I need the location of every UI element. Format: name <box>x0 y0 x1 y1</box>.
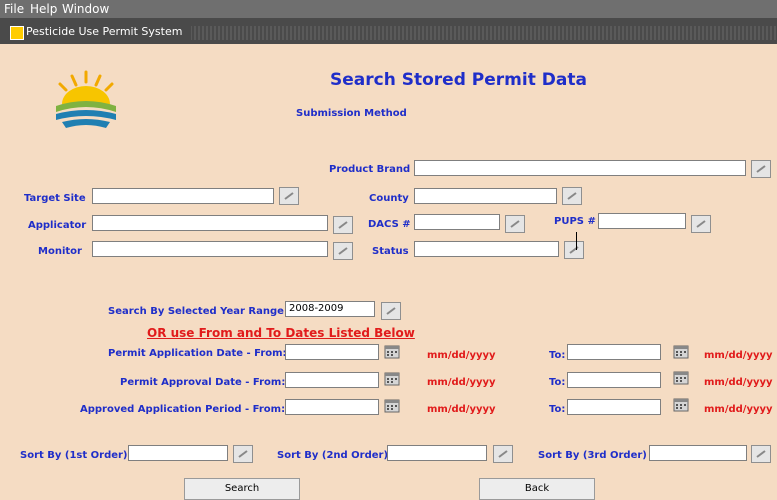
permit-app-from-input[interactable] <box>285 344 379 360</box>
pups-lov-button[interactable] <box>691 215 711 233</box>
calendar-icon[interactable] <box>672 396 690 414</box>
calendar-icon[interactable] <box>383 343 401 361</box>
calendar-icon[interactable] <box>672 369 690 387</box>
lov-arrow-icon <box>510 220 520 228</box>
permit-approval-from-label: Permit Approval Date - From: <box>120 377 286 388</box>
sort1-lov-button[interactable] <box>233 445 253 463</box>
pups-input[interactable] <box>598 213 686 229</box>
calendar-icon[interactable] <box>383 370 401 388</box>
date-format-hint: mm/dd/yyyy <box>704 350 773 361</box>
lov-arrow-icon <box>338 221 348 229</box>
county-input[interactable] <box>414 188 557 204</box>
date-format-hint: mm/dd/yyyy <box>427 350 496 361</box>
sort1-label: Sort By (1st Order) <box>20 450 128 461</box>
county-label: County <box>369 193 409 204</box>
monitor-input[interactable] <box>92 241 328 257</box>
lov-arrow-icon <box>756 450 766 458</box>
window-title: Pesticide Use Permit System <box>26 25 183 38</box>
page-title: Search Stored Permit Data <box>330 70 587 90</box>
status-input[interactable] <box>414 241 559 257</box>
back-button[interactable]: Back <box>479 478 595 500</box>
approved-period-to-label: To: <box>549 404 566 415</box>
year-range-lov-button[interactable] <box>381 302 401 320</box>
date-format-hint: mm/dd/yyyy <box>704 404 773 415</box>
submission-method-label: Submission Method <box>296 108 407 119</box>
or-use-dates-label: OR use From and To Dates Listed Below <box>147 326 415 340</box>
permit-app-to-input[interactable] <box>567 344 661 360</box>
sort2-lov-button[interactable] <box>493 445 513 463</box>
menu-bar: File Help Window <box>0 0 777 18</box>
window-title-bar: Pesticide Use Permit System <box>0 18 777 44</box>
applicator-label: Applicator <box>28 220 87 231</box>
lov-arrow-icon <box>567 192 577 200</box>
sort3-input[interactable] <box>649 445 747 461</box>
year-range-select[interactable]: 2008-2009 <box>285 301 375 317</box>
sun-logo-icon <box>56 70 116 128</box>
product-brand-label: Product Brand <box>329 164 411 175</box>
year-range-label: Search By Selected Year Range <box>108 306 284 317</box>
target-site-lov-button[interactable] <box>279 187 299 205</box>
applicator-input[interactable] <box>92 215 328 231</box>
lov-arrow-icon <box>338 247 348 255</box>
lov-arrow-icon <box>696 220 706 228</box>
lov-arrow-icon <box>238 450 248 458</box>
county-lov-button[interactable] <box>562 187 582 205</box>
status-lov-button[interactable] <box>564 241 584 259</box>
product-brand-input[interactable] <box>414 160 746 176</box>
permit-approval-from-input[interactable] <box>285 372 379 388</box>
permit-app-from-label: Permit Application Date - From: <box>108 348 287 359</box>
menu-window[interactable]: Window <box>62 2 109 16</box>
monitor-lov-button[interactable] <box>333 242 353 260</box>
lov-arrow-icon <box>569 246 579 254</box>
target-site-label: Target Site <box>24 193 86 204</box>
lov-arrow-icon <box>386 307 396 315</box>
applicator-lov-button[interactable] <box>333 216 353 234</box>
dacs-input[interactable] <box>414 214 500 230</box>
approved-period-from-input[interactable] <box>285 399 379 415</box>
date-format-hint: mm/dd/yyyy <box>427 404 496 415</box>
product-brand-lov-button[interactable] <box>751 160 771 178</box>
sort3-label: Sort By (3rd Order) <box>538 450 647 461</box>
dacs-lov-button[interactable] <box>505 215 525 233</box>
sort3-lov-button[interactable] <box>751 445 771 463</box>
form-panel: Search Stored Permit Data Submission Met… <box>10 44 777 500</box>
lov-arrow-icon <box>284 192 294 200</box>
target-site-input[interactable] <box>92 188 274 204</box>
permit-approval-to-label: To: <box>549 377 566 388</box>
date-format-hint: mm/dd/yyyy <box>427 377 496 388</box>
sort2-label: Sort By (2nd Order) <box>277 450 389 461</box>
approved-period-to-input[interactable] <box>567 399 661 415</box>
calendar-icon[interactable] <box>672 343 690 361</box>
text-cursor <box>576 232 577 250</box>
date-format-hint: mm/dd/yyyy <box>704 377 773 388</box>
dacs-label: DACS # <box>368 219 411 230</box>
pups-label: PUPS # <box>554 216 596 227</box>
sort1-input[interactable] <box>128 445 228 461</box>
lov-arrow-icon <box>756 165 766 173</box>
approved-period-from-label: Approved Application Period - From: <box>80 404 286 415</box>
monitor-label: Monitor <box>38 246 82 257</box>
permit-app-to-label: To: <box>549 350 566 361</box>
calendar-icon[interactable] <box>383 397 401 415</box>
lov-arrow-icon <box>498 450 508 458</box>
menu-file[interactable]: File <box>4 2 24 16</box>
status-label: Status <box>372 246 409 257</box>
permit-approval-to-input[interactable] <box>567 372 661 388</box>
search-button[interactable]: Search <box>184 478 300 500</box>
menu-help[interactable]: Help <box>30 2 57 16</box>
sort2-input[interactable] <box>387 445 487 461</box>
app-icon <box>10 26 24 40</box>
